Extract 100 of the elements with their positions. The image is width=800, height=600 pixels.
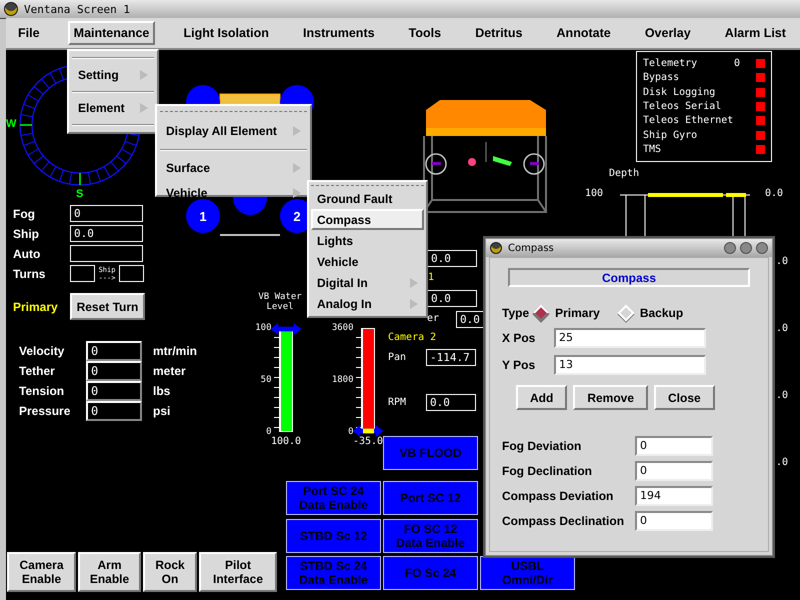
input-field[interactable]: 194 — [635, 486, 713, 506]
field-label: Pan — [388, 352, 408, 363]
value-field[interactable]: 0 — [70, 205, 143, 222]
field-label: X Pos — [502, 331, 536, 345]
dialog-button[interactable]: Remove — [573, 385, 648, 410]
toggle-button[interactable]: Arm Enable — [78, 552, 141, 592]
maximize-icon[interactable] — [740, 242, 752, 254]
alarm-label: Teleos Ethernet — [643, 115, 734, 126]
gauge-reading: 100.0 — [270, 436, 302, 447]
value-field[interactable]: 0.0 — [426, 394, 476, 411]
camera-title: Camera 2 — [388, 332, 438, 343]
depth-title: Depth — [609, 168, 640, 179]
alarm-label: TMS — [643, 144, 662, 156]
input-field[interactable]: 13 — [554, 355, 706, 375]
readout-label: Velocity — [19, 344, 66, 358]
value-field[interactable] — [70, 265, 95, 282]
value-field[interactable]: 0.0 — [427, 290, 477, 307]
tick-label: 1800 — [332, 375, 354, 385]
menu-item[interactable]: Ground Fault — [311, 188, 424, 209]
value-field[interactable] — [70, 245, 143, 262]
menu-item[interactable]: Maintenance — [68, 21, 156, 45]
menu-item[interactable]: Detritus — [469, 21, 528, 45]
value-field[interactable]: 0.0 — [427, 250, 477, 267]
tick-label: 100 — [585, 188, 604, 199]
unit-label: mtr/min — [153, 344, 198, 358]
dialog-button[interactable]: Add — [516, 385, 568, 410]
toggle-button[interactable]: Pilot Interface — [199, 552, 277, 592]
readout-field[interactable]: 0 — [86, 361, 142, 381]
menu-item[interactable]: Lights — [311, 230, 424, 251]
menu-item[interactable]: Tools — [402, 21, 448, 45]
menu-item[interactable]: Setting — [72, 62, 154, 88]
field-label: Fog Deviation — [502, 439, 582, 453]
field-label: Fog — [13, 206, 36, 220]
readout-label: Pressure — [19, 404, 72, 418]
field-label: RPM — [388, 397, 408, 408]
value-field[interactable]: -114.7 — [426, 349, 476, 366]
unit-label: psi — [153, 404, 170, 418]
alarm-label: Teleos Serial — [643, 100, 722, 112]
value-field[interactable]: 0.0 — [70, 225, 143, 242]
tick-label: 3600 — [332, 323, 354, 333]
menu-item[interactable]: Analog In — [311, 293, 424, 314]
gauge-title: VB Water Level — [257, 292, 303, 312]
west-label: W — [6, 118, 16, 130]
reading-value: .0 — [776, 390, 788, 401]
menu-item[interactable]: Compass — [311, 209, 424, 230]
radio-button[interactable]: Primary — [535, 306, 600, 320]
input-field[interactable]: 0 — [635, 511, 713, 531]
thruster-label: 2 — [293, 209, 301, 224]
menu-item[interactable]: Light Isolation — [177, 21, 275, 45]
alarm-label: Bypass — [643, 72, 680, 84]
field-label: Auto — [13, 246, 42, 260]
readout-field[interactable]: 0 — [86, 381, 142, 401]
tick-label: 0 — [348, 427, 354, 437]
menu-item[interactable]: Annotate — [550, 21, 617, 45]
south-label: S — [76, 188, 84, 200]
gauge-reading: -35.0 — [352, 436, 384, 447]
menu-item[interactable]: Digital In — [311, 272, 424, 293]
tick-label: 50 — [260, 375, 272, 385]
unit-label: lbs — [153, 384, 170, 398]
value-field[interactable] — [119, 265, 144, 282]
field-label: Fog Declination — [502, 464, 593, 478]
reset-turn-button[interactable]: Reset Turn — [70, 293, 145, 320]
menu-item[interactable]: Display All Element — [160, 118, 307, 143]
dialog-button[interactable]: Close — [654, 385, 715, 410]
readout-label: Tether — [19, 364, 56, 378]
window-menu-icon[interactable] — [4, 2, 18, 16]
alarm-label: Ship Gyro — [643, 130, 698, 141]
dialog-title: Compass — [508, 242, 555, 254]
field-label: Compass Deviation — [502, 489, 614, 503]
radio-button[interactable]: Backup — [620, 306, 684, 320]
menu-item[interactable]: Surface — [160, 155, 307, 180]
window-menu-icon[interactable] — [490, 242, 502, 254]
input-field[interactable]: 0 — [635, 436, 713, 456]
menu-item[interactable]: Instruments — [297, 21, 381, 45]
toggle-button[interactable]: Rock On — [143, 552, 197, 592]
window-title: Ventana Screen 1 — [24, 2, 130, 16]
tick-label: 0 — [266, 427, 272, 437]
field-label: Turns — [13, 266, 46, 280]
minimize-icon[interactable] — [724, 242, 736, 254]
close-icon[interactable] — [756, 242, 768, 254]
readout-label: Tension — [19, 384, 66, 398]
field-label: Compass Declination — [502, 514, 626, 528]
input-field[interactable]: 0 — [635, 461, 713, 481]
field-label: Y Pos — [502, 358, 536, 372]
toggle-button[interactable]: Camera Enable — [7, 552, 76, 592]
readout-field[interactable]: 0 — [86, 341, 142, 361]
field-label: er — [427, 313, 440, 324]
input-field[interactable]: 25 — [554, 328, 706, 348]
camera-title: 1 — [428, 272, 434, 283]
menu-item[interactable]: Alarm List — [718, 21, 792, 45]
depth-reading: 0.0 — [765, 188, 784, 199]
thruster-label: 1 — [199, 209, 207, 224]
menu-item[interactable]: Vehicle — [311, 251, 424, 272]
menu-item[interactable]: Overlay — [638, 21, 697, 45]
alarm-value: 0 — [734, 58, 742, 69]
field-label: Ship — [13, 226, 40, 240]
reading-value: .0 — [776, 256, 788, 267]
readout-field[interactable]: 0 — [86, 401, 142, 421]
menu-item[interactable]: File — [12, 21, 46, 45]
alarm-label: Disk Logging — [643, 86, 716, 98]
